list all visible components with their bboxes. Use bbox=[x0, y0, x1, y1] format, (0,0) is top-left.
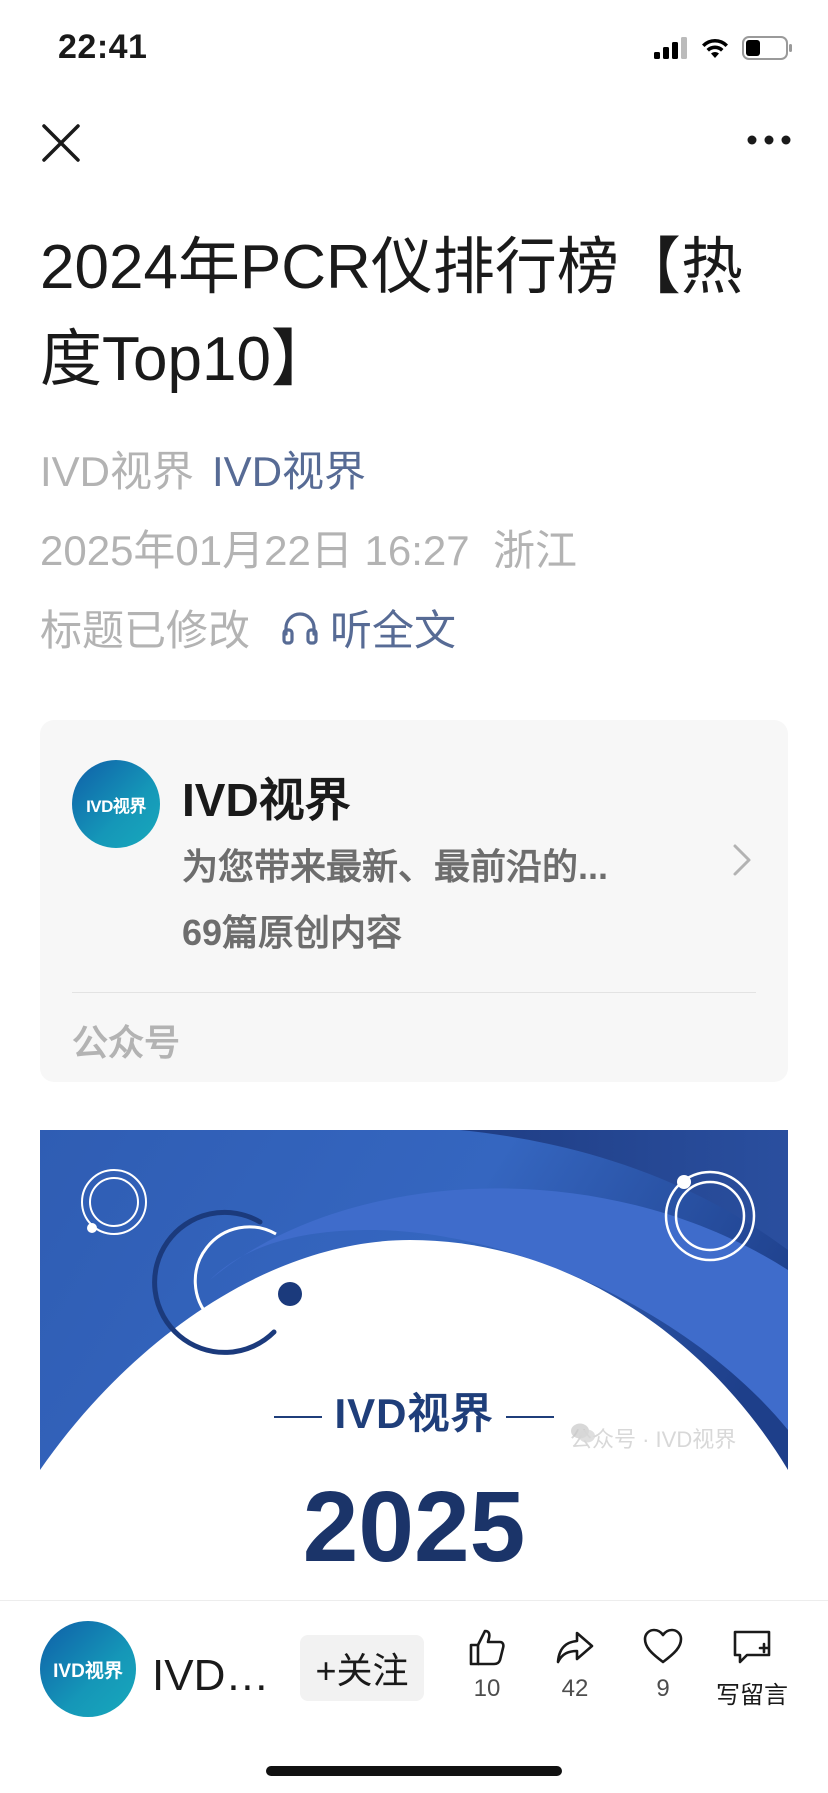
nav-bar bbox=[0, 100, 828, 180]
article-datetime: 2025年01月22日 16:27 bbox=[40, 527, 470, 574]
chevron-right-icon bbox=[733, 844, 751, 876]
like-count: 10 bbox=[473, 1675, 501, 1702]
comment-label: 写留言 bbox=[716, 1682, 788, 1709]
comment-icon bbox=[733, 1630, 771, 1664]
cover-watermark: 公众号 · IVD视界 bbox=[570, 1422, 736, 1454]
more-button[interactable] bbox=[744, 120, 794, 160]
follow-button[interactable]: +关注 bbox=[300, 1635, 424, 1701]
article-title: 2024年PCR仪排行榜【热度Top10】 bbox=[40, 233, 743, 394]
wifi-icon bbox=[702, 38, 728, 58]
status-time: 22:41 bbox=[58, 28, 148, 66]
cover-image: IVD视界 公众号 · IVD视界 2025 bbox=[40, 1130, 788, 1600]
account-avatar: IVD视界 bbox=[72, 760, 160, 848]
cover-brand-dash-left bbox=[274, 1415, 323, 1418]
favorite-count: 9 bbox=[656, 1675, 670, 1702]
share-button[interactable]: 42 bbox=[530, 1625, 620, 1703]
article-author-line: IVD视界 IVD视界 bbox=[40, 438, 366, 499]
home-indicator bbox=[266, 1766, 562, 1776]
cover-brand-dash-right bbox=[505, 1415, 554, 1418]
close-icon bbox=[42, 124, 80, 162]
share-icon bbox=[556, 1631, 594, 1664]
thumbs-up-icon bbox=[469, 1629, 505, 1666]
heart-icon bbox=[643, 1628, 683, 1664]
account-card-description: 为您带来最新、最前沿的... bbox=[182, 846, 609, 887]
like-button[interactable]: 10 bbox=[442, 1625, 532, 1703]
edited-label: 标题已修改 bbox=[40, 607, 251, 654]
share-count: 42 bbox=[561, 1675, 589, 1702]
listen-label: 听全文 bbox=[330, 607, 457, 654]
comment-button[interactable]: 写留言 bbox=[706, 1625, 798, 1710]
headphones-icon bbox=[282, 611, 318, 645]
account-card-divider bbox=[72, 992, 756, 993]
cellular-signal-icon bbox=[654, 37, 687, 59]
bottom-bar: IVD视界 IVD视界 +关注 10 42 9 写留言 bbox=[0, 1600, 828, 1793]
wechat-icon bbox=[571, 1423, 595, 1443]
more-icon bbox=[747, 135, 791, 145]
cover-year: 2025 bbox=[302, 1471, 526, 1583]
account-card[interactable]: IVD视界 IVD视界 为您带来最新、最前沿的... 69篇原创内容 公众号 bbox=[40, 720, 788, 1082]
account-name-link[interactable]: IVD视界 bbox=[212, 448, 366, 495]
battery-icon bbox=[742, 36, 792, 60]
status-icons bbox=[654, 36, 794, 60]
status-bar: 22:41 bbox=[0, 0, 828, 100]
account-card-name: IVD视界 bbox=[182, 774, 351, 826]
account-card-original-count: 69篇原创内容 bbox=[182, 912, 403, 953]
bottom-account-avatar[interactable]: IVD视界 bbox=[40, 1621, 136, 1717]
close-button[interactable] bbox=[36, 118, 86, 168]
bottom-account-name[interactable]: IVD视界 bbox=[152, 1639, 272, 1703]
article-author: IVD视界 bbox=[40, 448, 195, 495]
listen-button[interactable]: 听全文 bbox=[280, 597, 456, 658]
cover-brand-text: IVD视界 bbox=[334, 1390, 494, 1437]
article-location: 浙江 bbox=[492, 527, 577, 574]
favorite-button[interactable]: 9 bbox=[618, 1625, 708, 1703]
article-date-line: 2025年01月22日 16:27 浙江 bbox=[40, 517, 577, 578]
article-edited-line: 标题已修改 听全文 bbox=[40, 597, 456, 658]
account-card-type: 公众号 bbox=[72, 1022, 181, 1063]
